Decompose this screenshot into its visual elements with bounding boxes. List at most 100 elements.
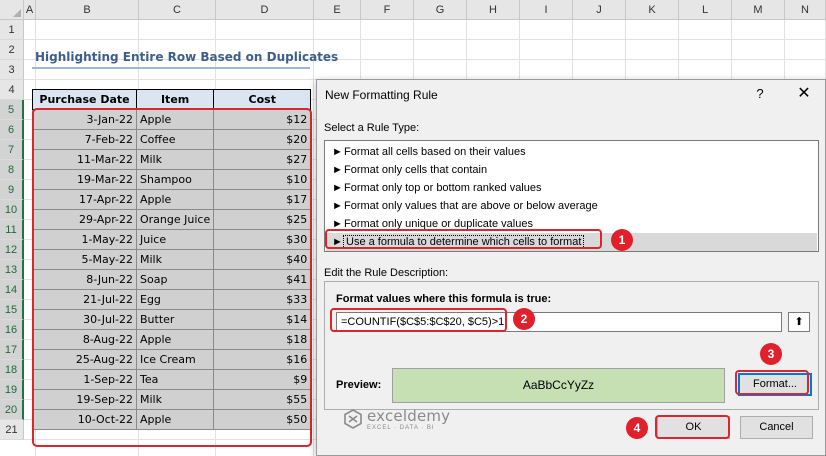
cell-item[interactable]: Milk [135,249,215,270]
cell-item[interactable]: Milk [135,149,215,170]
row-header-17[interactable]: 17 [0,340,24,360]
rule-type-item[interactable]: ►Format only cells that contain [326,161,817,179]
row-header-15[interactable]: 15 [0,300,24,320]
rule-type-list[interactable]: ►Format all cells based on their values ►… [324,140,819,252]
cell-cost[interactable]: $17 [213,189,312,210]
column-header-k[interactable]: K [626,0,679,20]
cell-item[interactable]: Apple [135,409,215,430]
cell-date[interactable]: 21-Jul-22 [32,289,137,310]
header-cost[interactable]: Cost [213,89,312,110]
cell-cost[interactable]: $18 [213,329,312,350]
cell-date[interactable]: 11-Mar-22 [32,149,137,170]
rule-type-item[interactable]: ►Format all cells based on their values [326,143,817,161]
column-header-e[interactable]: E [314,0,361,20]
header-purchase-date[interactable]: Purchase Date [32,89,137,110]
column-header-n[interactable]: N [785,0,826,20]
cell-date[interactable]: 1-Sep-22 [32,369,137,390]
cell-cost[interactable]: $30 [213,229,312,250]
cell-date[interactable]: 5-May-22 [32,249,137,270]
row-header-14[interactable]: 14 [0,280,24,300]
row-header-9[interactable]: 9 [0,180,24,200]
cell-cost[interactable]: $16 [213,349,312,370]
cell-date[interactable]: 8-Aug-22 [32,329,137,350]
cancel-button[interactable]: Cancel [740,416,813,439]
row-header-18[interactable]: 18 [0,360,24,380]
column-header-j[interactable]: J [573,0,626,20]
row-header-4[interactable]: 4 [0,80,24,100]
cell-item[interactable]: Butter [135,309,215,330]
cell-date[interactable]: 30-Jul-22 [32,309,137,330]
cell-cost[interactable]: $20 [213,129,312,150]
column-header-h[interactable]: H [467,0,520,20]
cell-date[interactable]: 29-Apr-22 [32,209,137,230]
rule-type-item[interactable]: ► Use a formula to determine which cells … [326,233,817,251]
cell-cost[interactable]: $14 [213,309,312,330]
cell-cost[interactable]: $55 [213,389,312,410]
column-header-d[interactable]: D [216,0,314,20]
cell-item[interactable]: Soap [135,269,215,290]
cell-date[interactable]: 17-Apr-22 [32,189,137,210]
row-header-20[interactable]: 20 [0,400,24,420]
rule-type-item[interactable]: ►Format only top or bottom ranked values [326,179,817,197]
cell-cost[interactable]: $25 [213,209,312,230]
rule-type-item[interactable]: ►Format only unique or duplicate values [326,215,817,233]
column-header-c[interactable]: C [139,0,216,20]
row-header-5[interactable]: 5 [0,100,24,120]
cell-cost[interactable]: $9 [213,369,312,390]
cell-cost[interactable]: $50 [213,409,312,430]
cell-item[interactable]: Egg [135,289,215,310]
cell-date[interactable]: 19-Sep-22 [32,389,137,410]
cell-item[interactable]: Milk [135,389,215,410]
rule-type-item[interactable]: ►Format only values that are above or be… [326,197,817,215]
row-header-3[interactable]: 3 [0,60,24,80]
column-header-m[interactable]: M [732,0,785,20]
row-header-13[interactable]: 13 [0,260,24,280]
cell-cost[interactable]: $40 [213,249,312,270]
cell-item[interactable]: Juice [135,229,215,250]
row-header-16[interactable]: 16 [0,320,24,340]
cell-item[interactable]: Apple [135,329,215,350]
column-header-g[interactable]: G [414,0,467,20]
cell-item[interactable]: Tea [135,369,215,390]
row-header-2[interactable]: 2 [0,40,24,60]
row-header-7[interactable]: 7 [0,140,24,160]
row-header-6[interactable]: 6 [0,120,24,140]
row-header-8[interactable]: 8 [0,160,24,180]
cell-cost[interactable]: $12 [213,109,312,130]
ok-button[interactable]: OK [657,416,730,439]
cell-cost[interactable]: $41 [213,269,312,290]
cell-date[interactable]: 8-Jun-22 [32,269,137,290]
close-icon[interactable]: ✕ [795,85,813,103]
column-header-b[interactable]: B [36,0,139,20]
column-header-l[interactable]: L [679,0,732,20]
cell-date[interactable]: 1-May-22 [32,229,137,250]
cell-item[interactable]: Coffee [135,129,215,150]
cell-date[interactable]: 19-Mar-22 [32,169,137,190]
cell-item[interactable]: Apple [135,189,215,210]
row-header-10[interactable]: 10 [0,200,24,220]
header-item[interactable]: Item [135,89,215,110]
formula-input[interactable]: =COUNTIF($C$5:$C$20, $C5)>1 [336,312,782,332]
cell-cost[interactable]: $10 [213,169,312,190]
select-all-corner[interactable] [0,0,24,20]
column-header-i[interactable]: I [520,0,573,20]
cell-date[interactable]: 10-Oct-22 [32,409,137,430]
cell-item[interactable]: Orange Juice [135,209,215,230]
cell-date[interactable]: 3-Jan-22 [32,109,137,130]
cell-date[interactable]: 25-Aug-22 [32,349,137,370]
column-header-f[interactable]: F [361,0,414,20]
row-header-1[interactable]: 1 [0,20,24,40]
cell-item[interactable]: Apple [135,109,215,130]
row-header-21[interactable]: 21 [0,420,24,440]
column-header-a[interactable]: A [24,0,36,20]
cell-cost[interactable]: $27 [213,149,312,170]
cell-cost[interactable]: $33 [213,289,312,310]
row-header-19[interactable]: 19 [0,380,24,400]
format-button[interactable]: Format... [738,373,812,396]
cell-item[interactable]: Ice Cream [135,349,215,370]
cell-item[interactable]: Shampoo [135,169,215,190]
row-header-12[interactable]: 12 [0,240,24,260]
cell-date[interactable]: 7-Feb-22 [32,129,137,150]
row-header-11[interactable]: 11 [0,220,24,240]
help-icon[interactable]: ? [751,85,769,103]
